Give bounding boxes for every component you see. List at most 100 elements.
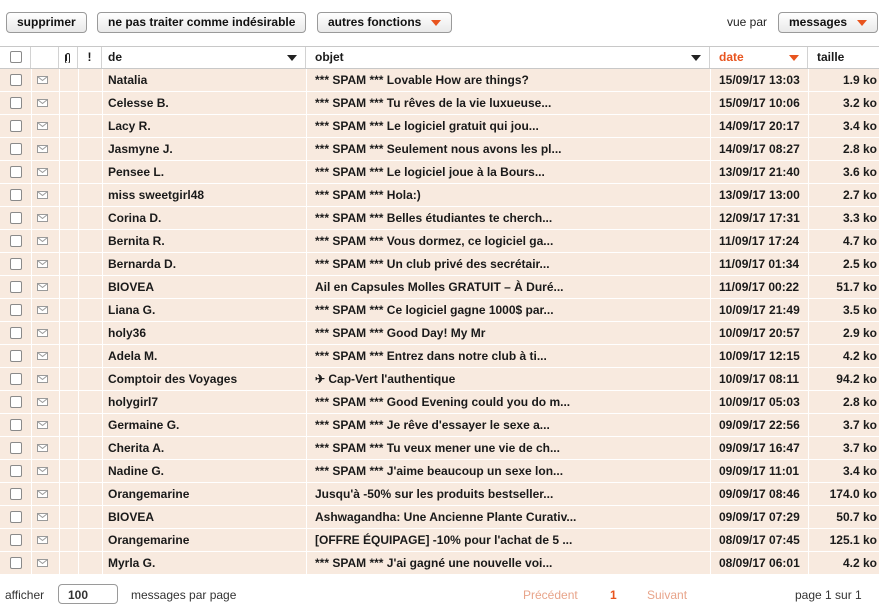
chevron-down-icon[interactable] [691, 55, 701, 61]
row-checkbox[interactable] [10, 442, 22, 454]
row-checkbox[interactable] [10, 281, 22, 293]
subject[interactable]: *** SPAM *** Entrez dans notre club à ti… [315, 345, 707, 367]
current-page-number: 1 [610, 588, 617, 602]
table-row[interactable]: Adela M. *** SPAM *** Entrez dans notre c… [0, 345, 879, 368]
table-row[interactable]: miss sweetgirl48 *** SPAM *** Hola:) 13/09… [0, 184, 879, 207]
not-spam-button[interactable]: ne pas traiter comme indésirable [97, 12, 307, 33]
subject[interactable]: *** SPAM *** Lovable How are things? [315, 69, 707, 91]
table-row[interactable]: Bernita R. *** SPAM *** Vous dormez, ce l… [0, 230, 879, 253]
sender: Comptoir des Voyages [108, 372, 238, 386]
envelope-icon [37, 467, 48, 475]
row-checkbox[interactable] [10, 143, 22, 155]
select-all-checkbox[interactable] [10, 51, 22, 63]
subject[interactable]: *** SPAM *** Seulement nous avons les pl… [315, 138, 707, 160]
row-checkbox[interactable] [10, 534, 22, 546]
subject[interactable]: *** SPAM *** Ce logiciel gagne 1000$ par… [315, 299, 707, 321]
row-checkbox[interactable] [10, 304, 22, 316]
table-row[interactable]: Pensee L. *** SPAM *** Le logiciel joue à… [0, 161, 879, 184]
table-row[interactable]: holygirl7 *** SPAM *** Good Evening could… [0, 391, 879, 414]
row-checkbox[interactable] [10, 258, 22, 270]
table-row[interactable]: Celesse B. *** SPAM *** Tu rêves de la vi… [0, 92, 879, 115]
attachment-column-header[interactable] [59, 47, 78, 68]
table-row[interactable]: Liana G. *** SPAM *** Ce logiciel gagne 1… [0, 299, 879, 322]
priority-column-header[interactable]: ! [78, 47, 102, 68]
table-row[interactable]: Orangemarine [OFFRE ÉQUIPAGE] -10% pour l… [0, 529, 879, 552]
envelope-icon [37, 283, 48, 291]
date: 12/09/17 17:31 [719, 211, 800, 225]
subject[interactable]: *** SPAM *** Tu veux mener une vie de ch… [315, 437, 707, 459]
row-checkbox[interactable] [10, 396, 22, 408]
subject[interactable]: ✈ Cap-Vert l'authentique [315, 368, 707, 390]
table-row[interactable]: Jasmyne J. *** SPAM *** Seulement nous av… [0, 138, 879, 161]
sort-descending-icon[interactable] [789, 55, 799, 61]
subject[interactable]: [OFFRE ÉQUIPAGE] -10% pour l'achat de 5 … [315, 529, 707, 551]
table-row[interactable]: Comptoir des Voyages ✈ Cap-Vert l'authent… [0, 368, 879, 391]
row-checkbox[interactable] [10, 419, 22, 431]
row-checkbox[interactable] [10, 166, 22, 178]
table-row[interactable]: BIOVEA Ashwagandha: Une Ancienne Plante C… [0, 506, 879, 529]
date-column-header[interactable]: date [710, 47, 808, 68]
per-page-suffix: messages par page [131, 588, 237, 602]
table-row[interactable]: Cherita A. *** SPAM *** Tu veux mener une… [0, 437, 879, 460]
table-row[interactable]: Bernarda D. *** SPAM *** Un club privé de… [0, 253, 879, 276]
delete-button[interactable]: supprimer [6, 12, 87, 33]
row-checkbox[interactable] [10, 74, 22, 86]
from-column-header[interactable]: de [102, 47, 306, 68]
row-checkbox[interactable] [10, 97, 22, 109]
subject[interactable]: *** SPAM *** Hola:) [315, 184, 707, 206]
table-row[interactable]: holy36 *** SPAM *** Good Day! My Mr 10/09/… [0, 322, 879, 345]
view-by-label: vue par [727, 15, 768, 29]
chevron-down-icon[interactable] [287, 55, 297, 61]
subject[interactable]: *** SPAM *** Un club privé des secrétair… [315, 253, 707, 275]
subject[interactable]: Jusqu'à -50% sur les produits bestseller… [315, 483, 707, 505]
table-row[interactable]: Orangemarine Jusqu'à -50% sur les produit… [0, 483, 879, 506]
envelope-icon [37, 329, 48, 337]
row-checkbox[interactable] [10, 189, 22, 201]
table-row[interactable]: BIOVEA Ail en Capsules Molles GRATUIT – À… [0, 276, 879, 299]
table-row[interactable]: Myrla G. *** SPAM *** J'ai gagné une nouv… [0, 552, 879, 575]
row-checkbox[interactable] [10, 465, 22, 477]
row-checkbox[interactable] [10, 511, 22, 523]
table-row[interactable]: Lacy R. *** SPAM *** Le logiciel gratuit … [0, 115, 879, 138]
subject[interactable]: *** SPAM *** J'aime beaucoup un sexe lon… [315, 460, 707, 482]
subject[interactable]: *** SPAM *** Vous dormez, ce logiciel ga… [315, 230, 707, 252]
table-row[interactable]: Corina D. *** SPAM *** Belles étudiantes … [0, 207, 879, 230]
subject[interactable]: *** SPAM *** Tu rêves de la vie luxueuse… [315, 92, 707, 114]
row-checkbox[interactable] [10, 350, 22, 362]
row-checkbox[interactable] [10, 373, 22, 385]
row-checkbox[interactable] [10, 235, 22, 247]
date: 11/09/17 00:22 [719, 280, 800, 294]
sender: Cherita A. [108, 441, 165, 455]
subject[interactable]: *** SPAM *** Good Day! My Mr [315, 322, 707, 344]
subject[interactable]: *** SPAM *** Le logiciel gratuit qui jou… [315, 115, 707, 137]
subject[interactable]: *** SPAM *** Good Evening could you do m… [315, 391, 707, 413]
size: 2.9 ko [842, 326, 877, 340]
size-column-header[interactable]: taille [808, 47, 879, 68]
size: 2.7 ko [842, 188, 877, 202]
other-actions-button[interactable]: autres fonctions [317, 12, 453, 33]
table-row[interactable]: Natalia *** SPAM *** Lovable How are thin… [0, 69, 879, 92]
subject[interactable]: *** SPAM *** J'ai gagné une nouvelle voi… [315, 552, 707, 574]
table-row[interactable]: Nadine G. *** SPAM *** J'aime beaucoup un… [0, 460, 879, 483]
subject-column-header[interactable]: objet [306, 47, 710, 68]
size: 3.7 ko [842, 441, 877, 455]
row-checkbox[interactable] [10, 212, 22, 224]
subject-header-label: objet [315, 50, 344, 64]
status-column-header[interactable] [31, 47, 59, 68]
date: 11/09/17 17:24 [719, 234, 800, 248]
subject[interactable]: *** SPAM *** Le logiciel joue à la Bours… [315, 161, 707, 183]
per-page-select[interactable]: 100 [58, 584, 118, 604]
next-page-link[interactable]: Suivant [647, 588, 687, 602]
row-checkbox[interactable] [10, 120, 22, 132]
view-by-select[interactable]: messages [778, 12, 879, 33]
row-checkbox[interactable] [10, 557, 22, 569]
envelope-icon [37, 375, 48, 383]
subject[interactable]: *** SPAM *** Belles étudiantes te cherch… [315, 207, 707, 229]
previous-page-link[interactable]: Précédent [523, 588, 578, 602]
row-checkbox[interactable] [10, 327, 22, 339]
row-checkbox[interactable] [10, 488, 22, 500]
subject[interactable]: Ail en Capsules Molles GRATUIT – À Duré.… [315, 276, 707, 298]
subject[interactable]: Ashwagandha: Une Ancienne Plante Curativ… [315, 506, 707, 528]
subject[interactable]: *** SPAM *** Je rêve d'essayer le sexe a… [315, 414, 707, 436]
table-row[interactable]: Germaine G. *** SPAM *** Je rêve d'essaye… [0, 414, 879, 437]
